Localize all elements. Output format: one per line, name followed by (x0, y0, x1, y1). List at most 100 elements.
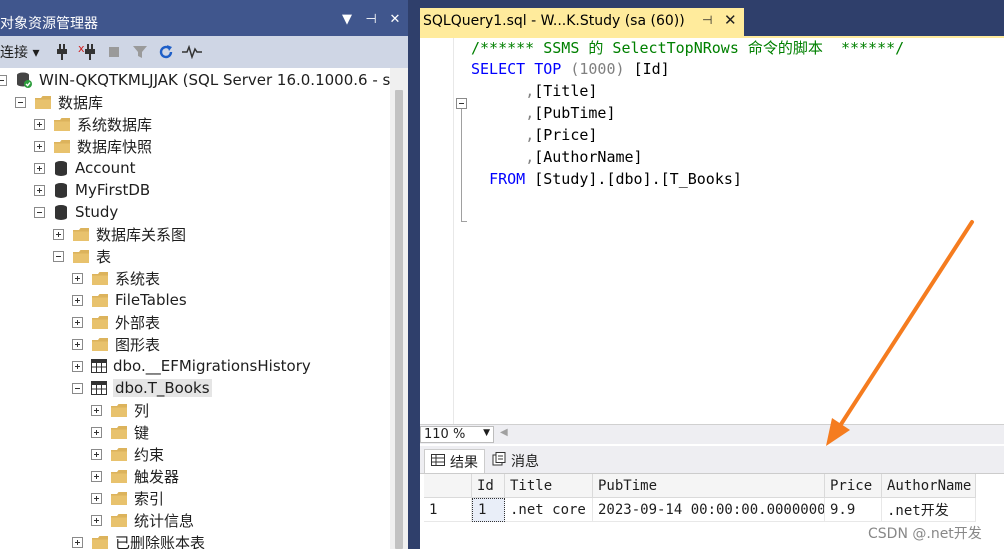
tab-messages[interactable]: 消息 (486, 449, 545, 473)
tree-scrollbar[interactable] (390, 68, 408, 549)
fold-marker[interactable] (456, 98, 468, 226)
expand-icon[interactable] (91, 448, 102, 460)
grid-cell[interactable]: .net core (505, 498, 593, 522)
tree-node[interactable]: 列 (91, 399, 149, 421)
grid-cell[interactable]: 2023-09-14 00:00:00.0000000 (593, 498, 825, 522)
expand-icon[interactable] (72, 294, 83, 306)
tree-node[interactable]: WIN-QKQTKMLJJAK (SQL Server 16.0.1000.6 … (0, 69, 390, 91)
expand-icon[interactable] (91, 492, 102, 504)
filter-icon[interactable] (127, 41, 153, 63)
collapse-icon[interactable] (72, 382, 83, 394)
object-explorer-title-bar: 对象资源管理器 ▼ ⊣ ✕ (0, 8, 408, 36)
tree-node-label: 表 (96, 247, 112, 266)
folder-icon (110, 425, 128, 440)
expand-icon[interactable] (91, 514, 102, 526)
object-explorer-toolbar: 连接 ▾ x (0, 36, 408, 68)
tree-node[interactable]: 系统表 (72, 267, 160, 289)
tree-node[interactable]: 数据库 (15, 91, 103, 113)
collapse-icon[interactable] (15, 96, 26, 108)
database-icon (53, 182, 69, 199)
tree-node[interactable]: 已删除账本表 (72, 531, 205, 549)
folder-icon (91, 337, 109, 352)
tree-node[interactable]: 图形表 (72, 333, 160, 355)
stop-icon[interactable] (101, 41, 127, 63)
column-header[interactable]: Title (505, 474, 593, 498)
expand-icon[interactable] (72, 316, 83, 328)
expand-icon[interactable] (53, 228, 64, 240)
tree-node[interactable]: MyFirstDB (34, 179, 150, 201)
connect-button[interactable]: 连接 ▾ (0, 42, 39, 62)
grid-cell[interactable]: .net开发 (882, 498, 976, 522)
pin-icon[interactable]: ⊣ (702, 13, 712, 27)
column-header[interactable]: AuthorName (882, 474, 976, 498)
expand-icon[interactable] (72, 536, 83, 548)
chevron-down-icon[interactable]: ▼ (483, 428, 490, 438)
expand-icon[interactable] (91, 426, 102, 438)
activity-monitor-icon[interactable] (179, 41, 205, 63)
grid-cell[interactable]: 1 (472, 498, 505, 522)
panel-splitter[interactable] (408, 0, 420, 549)
row-number-header[interactable] (424, 474, 472, 498)
expand-icon[interactable] (72, 272, 83, 284)
folder-icon (91, 293, 109, 308)
tree-node[interactable]: 触发器 (91, 465, 179, 487)
expand-icon[interactable] (34, 140, 45, 152)
tree-node-label: dbo.T_Books (113, 379, 212, 397)
message-icon (492, 452, 506, 470)
tab-sqlquery1[interactable]: SQLQuery1.sql - W...K.Study (sa (60)) ⊣ … (420, 8, 744, 36)
collapse-icon[interactable] (0, 74, 7, 86)
tree-node[interactable]: Study (34, 201, 118, 223)
disconnect-icon[interactable]: x (75, 41, 101, 63)
expand-icon[interactable] (34, 184, 45, 196)
zoom-select[interactable]: 110 % ▼ (420, 426, 494, 443)
column-header[interactable]: Id (472, 474, 505, 498)
tree-node[interactable]: 外部表 (72, 311, 160, 333)
tree-node-label: 触发器 (134, 467, 180, 486)
folder-icon (34, 95, 52, 110)
collapse-icon[interactable] (53, 250, 64, 262)
expand-icon[interactable] (91, 404, 102, 416)
tree-node[interactable]: 统计信息 (91, 509, 194, 531)
row-number-cell[interactable]: 1 (424, 498, 472, 522)
tree-node-label: 外部表 (115, 313, 161, 332)
connect-plug-icon[interactable] (49, 41, 75, 63)
tree-node-label: 图形表 (115, 335, 161, 354)
expand-icon[interactable] (72, 360, 83, 372)
tree-node[interactable]: 表 (53, 245, 111, 267)
tree-node[interactable]: 数据库快照 (34, 135, 152, 157)
tree-node[interactable]: 系统数据库 (34, 113, 152, 135)
code-line-title: , [Title] (525, 82, 598, 100)
dropdown-icon[interactable]: ▼ (340, 12, 354, 27)
column-header[interactable]: Price (825, 474, 882, 498)
scrollbar-thumb[interactable] (395, 90, 403, 549)
tree-node[interactable]: 索引 (91, 487, 164, 509)
tree-node[interactable]: dbo.T_Books (72, 377, 212, 399)
refresh-icon[interactable] (153, 41, 179, 63)
expand-icon[interactable] (34, 118, 45, 130)
collapse-icon[interactable] (34, 206, 45, 218)
collapse-icon[interactable] (456, 98, 467, 109)
tree-node-label: 统计信息 (134, 511, 195, 530)
grid-cell[interactable]: 9.9 (825, 498, 882, 522)
tree-node[interactable]: 数据库关系图 (53, 223, 186, 245)
tree-node[interactable]: Account (34, 157, 136, 179)
expand-icon[interactable] (34, 162, 45, 174)
folder-icon (53, 139, 71, 154)
code-line-select: SELECT TOP (1000) [Id] (471, 60, 670, 78)
pin-icon[interactable]: ⊣ (364, 12, 378, 27)
tree-node-label: 已删除账本表 (115, 533, 206, 549)
expand-icon[interactable] (91, 470, 102, 482)
sql-code-area[interactable]: /****** SSMS 的 SelectTopNRows 命令的脚本 ****… (456, 36, 1004, 426)
tree-node[interactable]: 约束 (91, 443, 164, 465)
expand-icon[interactable] (72, 338, 83, 350)
tree-node-label: WIN-QKQTKMLJJAK (SQL Server 16.0.1000.6 … (39, 71, 390, 89)
column-header[interactable]: PubTime (593, 474, 825, 498)
close-icon[interactable]: ✕ (388, 12, 402, 27)
tree-node[interactable]: dbo.__EFMigrationsHistory (72, 355, 311, 377)
close-tab-icon[interactable]: ✕ (724, 11, 737, 29)
scroll-left-icon[interactable]: ◀ (500, 427, 508, 438)
tree-node[interactable]: FileTables (72, 289, 187, 311)
table-icon (91, 381, 107, 395)
tree-node[interactable]: 键 (91, 421, 149, 443)
tab-results[interactable]: 结果 (424, 449, 485, 473)
